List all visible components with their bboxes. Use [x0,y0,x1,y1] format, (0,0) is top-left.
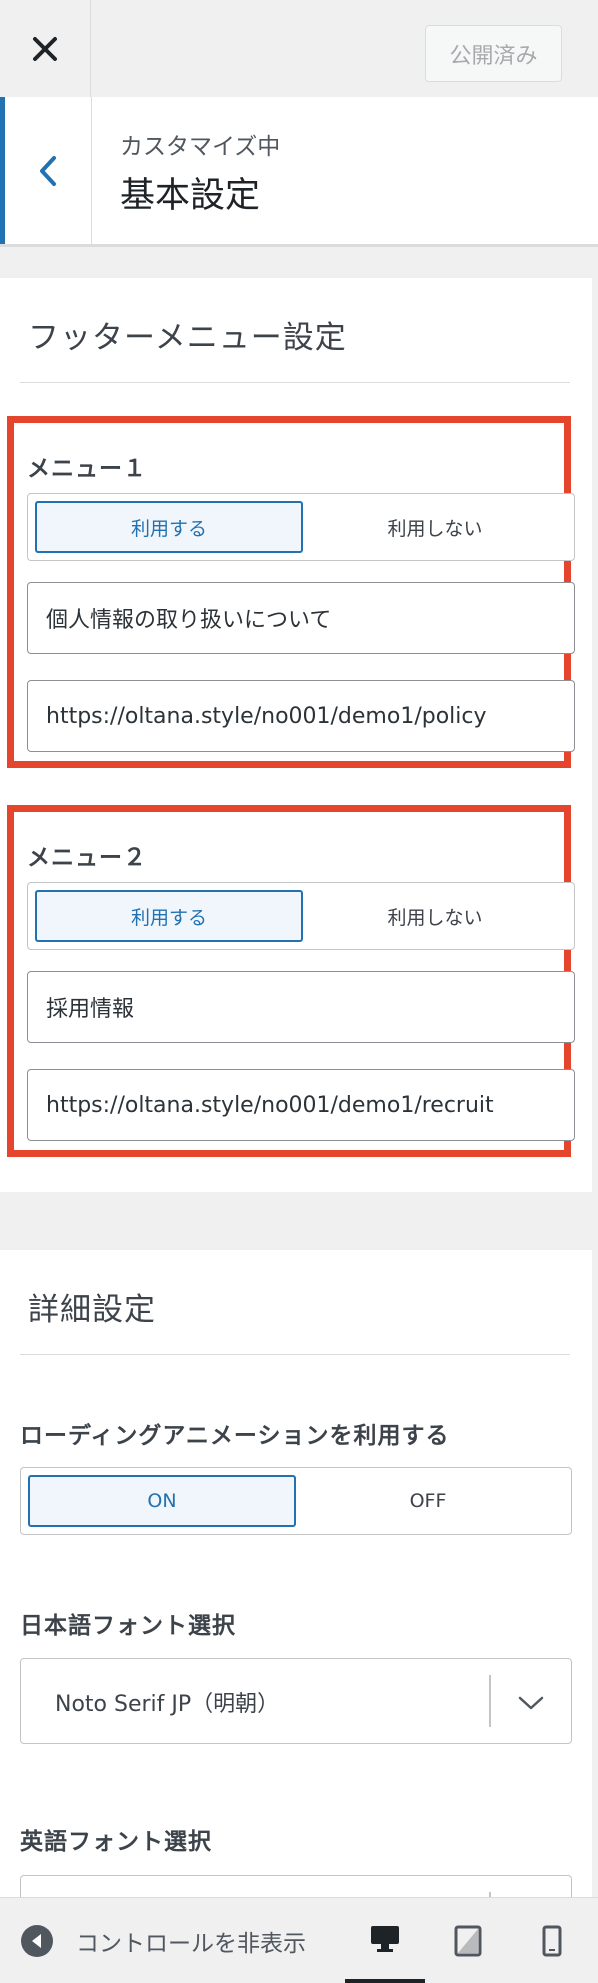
desktop-icon [371,1925,399,1952]
menu-1-url-input[interactable]: https://oltana.style/no001/demo1/policy [27,680,575,752]
close-icon [33,36,57,61]
menu-1-text-input[interactable]: 個人情報の取り扱いについて [27,582,575,654]
loading-on-option[interactable]: ON [28,1475,296,1527]
chevron-down-icon [511,1683,551,1723]
jp-font-selected-value: Noto Serif JP（明朝） [55,1692,280,1717]
footer-menu-panel: フッターメニュー設定 メニュー１ 利用する 利用しない 個人情報の取り扱いについ… [0,278,592,1192]
menu-1-toggle: 利用する 利用しない [27,493,575,561]
tablet-icon [454,1925,482,1956]
publish-button[interactable]: 公開済み [425,25,562,82]
menu-2-group: メニュー２ 利用する 利用しない 採用情報 https://oltana.sty… [7,805,575,1157]
back-button[interactable] [5,97,92,244]
en-font-label: 英語フォント選択 [20,1829,212,1855]
menu-1-nouse-option[interactable]: 利用しない [301,501,569,553]
collapse-sidebar-button[interactable]: コントロールを非表示 [20,1898,306,1983]
chevron-left-icon [40,155,56,186]
customizing-label: カスタマイズ中 [120,134,281,160]
menu-2-nouse-option[interactable]: 利用しない [301,890,569,942]
loading-off-option[interactable]: OFF [294,1475,562,1527]
menu-2-label: メニュー２ [27,845,147,871]
menu-2-use-option[interactable]: 利用する [35,890,303,942]
collapse-label: コントロールを非表示 [76,1930,306,1957]
loading-animation-label: ローディングアニメーションを利用する [20,1423,450,1449]
menu-1-use-option[interactable]: 利用する [35,501,303,553]
divider [20,1354,570,1355]
loading-animation-toggle: ON OFF [20,1467,572,1535]
menu-2-text-input[interactable]: 採用情報 [27,971,575,1043]
mobile-preview-button[interactable] [512,1898,592,1983]
detail-settings-title: 詳細設定 [28,1292,156,1328]
footer-menu-title: フッターメニュー設定 [28,320,347,356]
menu-2-url-input[interactable]: https://oltana.style/no001/demo1/recruit [27,1069,575,1141]
customizer-header: 公開済み [0,0,598,98]
detail-settings-panel: 詳細設定 ローディングアニメーションを利用する ON OFF 日本語フォント選択… [0,1250,592,1961]
tablet-preview-button[interactable] [428,1898,508,1983]
menu-1-label: メニュー１ [27,456,147,482]
menu-2-toggle: 利用する 利用しない [27,882,575,950]
section-header: カスタマイズ中 基本設定 [0,97,598,247]
select-separator [489,1675,491,1727]
mobile-icon [542,1925,562,1956]
close-button[interactable] [0,0,91,97]
section-title: 基本設定 [120,176,261,216]
menu-1-group: メニュー１ 利用する 利用しない 個人情報の取り扱いについて https://o… [7,416,575,768]
jp-font-select[interactable]: Noto Serif JP（明朝） [20,1658,572,1744]
desktop-preview-button[interactable] [345,1898,425,1983]
divider [20,382,570,383]
customizer-footer: コントロールを非表示 [0,1897,598,1983]
jp-font-label: 日本語フォント選択 [20,1613,236,1639]
collapse-arrow-icon [21,1924,53,1957]
